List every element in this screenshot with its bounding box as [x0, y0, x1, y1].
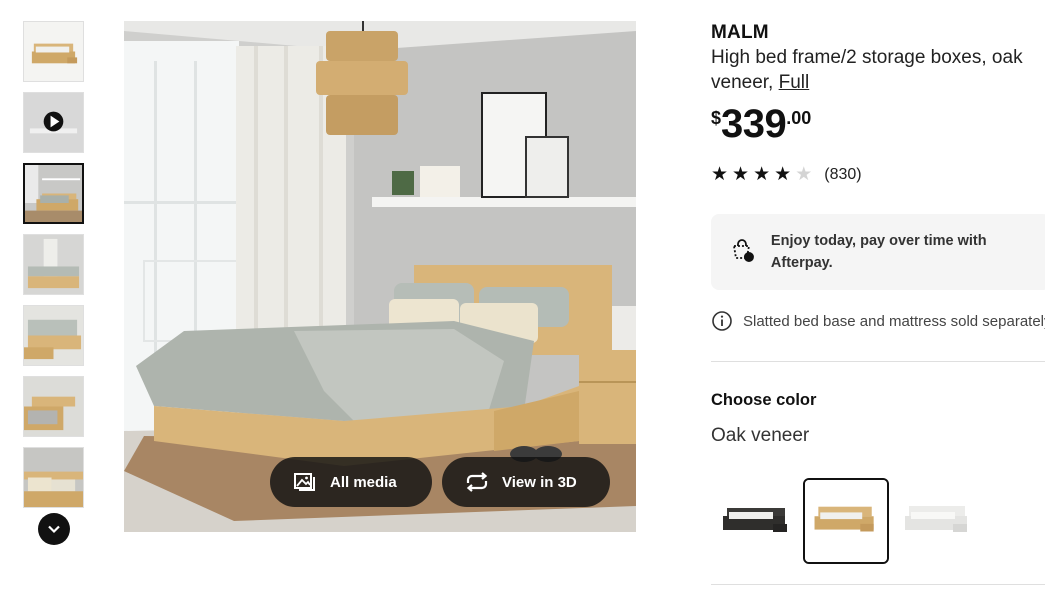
star-icon: ★	[732, 164, 750, 185]
thumbnail-7[interactable]	[23, 447, 84, 508]
info-icon	[712, 311, 732, 331]
thumbnail-6[interactable]	[23, 376, 84, 437]
star-icon: ★	[711, 164, 729, 185]
view-in-3d-label: View in 3D	[502, 473, 577, 491]
afterpay-icon	[732, 239, 754, 262]
afterpay-text: Enjoy today, pay over time with Afterpay…	[770, 233, 987, 271]
product-price: $ 339 .00	[711, 103, 1045, 145]
all-media-label: All media	[330, 473, 397, 491]
choose-color-heading: Choose color	[711, 391, 817, 409]
color-swatch-white[interactable]	[895, 478, 981, 564]
color-swatch-black-brown[interactable]	[713, 478, 799, 564]
rotate-3d-icon	[464, 469, 490, 495]
thumbnail-video[interactable]	[23, 92, 84, 153]
color-swatch-oak-veneer[interactable]	[803, 478, 889, 564]
thumbnail-1[interactable]	[23, 21, 84, 82]
price-integer: 339	[721, 102, 787, 146]
product-rating[interactable]: ★ ★ ★ ★ ★ (830)	[711, 165, 1045, 184]
divider	[711, 584, 1045, 585]
product-brand: MALM	[711, 22, 769, 43]
bedroom-scene-image	[124, 21, 636, 532]
selected-color-value: Oak veneer	[711, 425, 810, 446]
thumbnail-5[interactable]	[23, 305, 84, 366]
rating-count[interactable]: (830)	[824, 166, 861, 184]
afterpay-banner[interactable]: Enjoy today, pay over time with Afterpay…	[711, 214, 1045, 290]
product-info-panel: MALM High bed frame/2 storage boxes, oak…	[711, 22, 1045, 593]
all-media-button[interactable]: All media	[270, 457, 432, 507]
gallery-icon	[292, 469, 318, 495]
star-empty-icon: ★	[795, 164, 813, 185]
star-icon: ★	[774, 164, 792, 185]
separate-items-note: Slatted bed base and mattress sold separ…	[711, 310, 1045, 332]
star-icon: ★	[753, 164, 771, 185]
divider	[711, 361, 1045, 362]
thumbnail-3[interactable]	[23, 163, 84, 224]
chevron-down-icon	[48, 525, 60, 534]
thumbnail-4[interactable]	[23, 234, 84, 295]
rating-stars: ★ ★ ★ ★ ★	[711, 165, 812, 184]
main-product-image[interactable]: All media View in 3D	[124, 21, 636, 532]
price-currency: $	[711, 108, 722, 128]
thumbnail-scroll-down-button[interactable]	[38, 513, 70, 545]
product-description-text: High bed frame/2 storage boxes, oak vene…	[711, 47, 1023, 93]
product-description: High bed frame/2 storage boxes, oak vene…	[711, 45, 1045, 95]
view-in-3d-button[interactable]: View in 3D	[442, 457, 610, 507]
thumbnail-strip	[23, 21, 85, 541]
size-link[interactable]: Full	[779, 72, 810, 93]
note-text: Slatted bed base and mattress sold separ…	[743, 312, 1045, 330]
price-decimal: .00	[786, 108, 812, 128]
